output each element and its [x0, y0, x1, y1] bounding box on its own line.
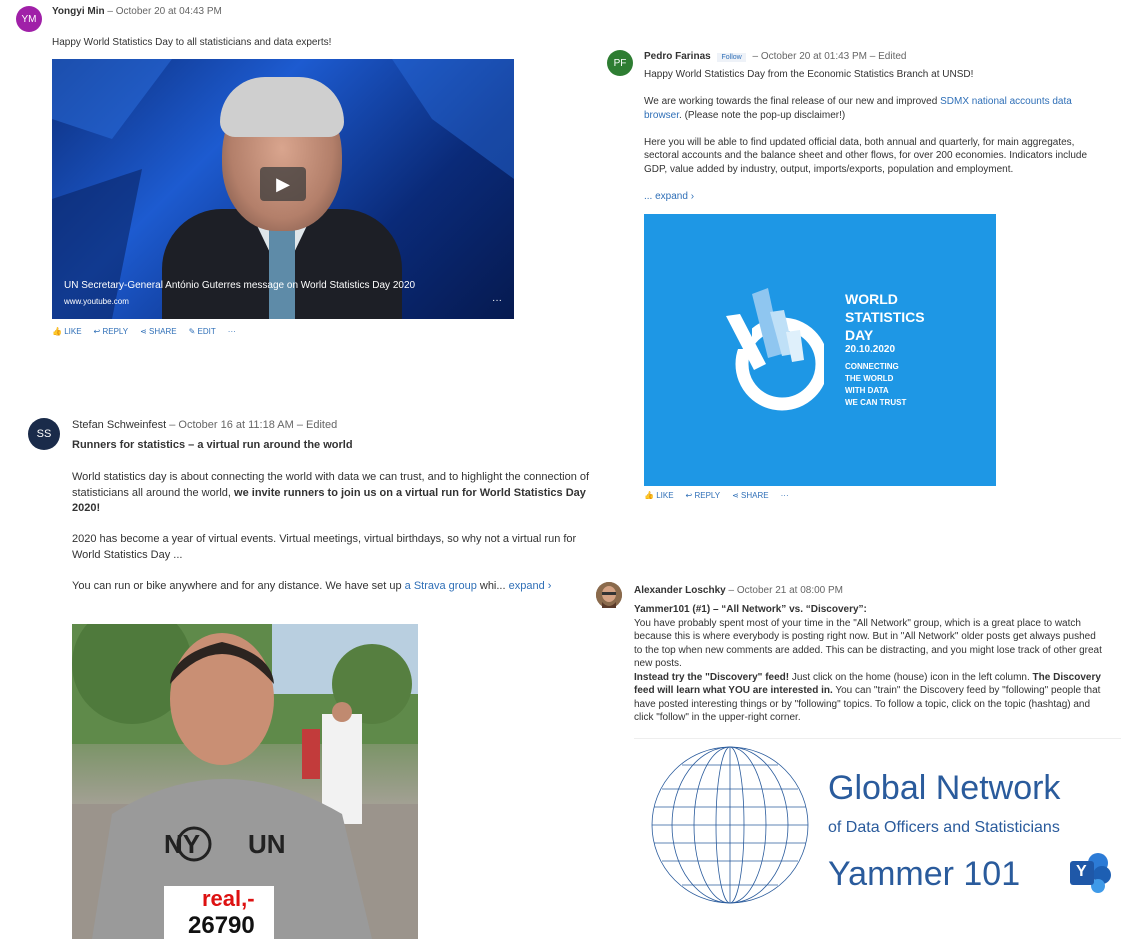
post-paragraph: We are working towards the final release…	[644, 95, 1094, 122]
post-paragraph: Here you will be able to find updated of…	[644, 136, 1088, 175]
text-span: whi...	[476, 580, 509, 593]
edit-label: EDIT	[197, 327, 216, 336]
post-title: Yammer101 (#1) – “All Network” vs. “Disc…	[634, 604, 867, 615]
avatar[interactable]: PF	[607, 50, 633, 76]
post-header: Pedro Farinas Follow – October 20 at 01:…	[644, 51, 906, 62]
follow-button[interactable]: Follow	[717, 53, 746, 62]
reply-button[interactable]: ↩ REPLY	[686, 491, 721, 499]
bold-text: Instead try the "Discovery" feed!	[634, 671, 790, 683]
globe-icon	[651, 746, 809, 904]
author-name[interactable]: Yongyi Min	[52, 6, 105, 17]
post-body: Happy World Statistics Day to all statis…	[52, 37, 332, 48]
expand-link[interactable]: ... expand ›	[644, 190, 1094, 204]
text-span: You can run or bike anywhere and for any…	[72, 580, 405, 593]
post-paragraph: Instead try the "Discovery" feed! Just c…	[634, 671, 1104, 725]
avatar-photo	[596, 582, 622, 608]
post-actions: 👍 LIKE ↩ REPLY ⋖ SHARE ···	[644, 491, 789, 499]
share-button[interactable]: ⋖ SHARE	[732, 491, 769, 499]
wsd-title-line: WORLD	[845, 291, 898, 307]
bib-number: 26790	[188, 912, 255, 939]
post-paragraph: World statistics day is about connecting…	[72, 470, 602, 517]
reply-button[interactable]: ↩ REPLY	[94, 327, 129, 336]
like-label: LIKE	[64, 327, 82, 336]
share-button[interactable]: ⋖ SHARE	[140, 327, 177, 336]
post-body: Yammer101 (#1) – “All Network” vs. “Disc…	[634, 603, 1104, 725]
text-span: Just click on the home (house) icon in t…	[789, 671, 1033, 683]
wsd-tagline-line: WE CAN TRUST	[845, 398, 907, 407]
play-icon[interactable]: ▶	[260, 167, 306, 201]
wsd-tagline-line: WITH DATA	[845, 386, 889, 395]
wsd-date: 20.10.2020	[845, 344, 896, 355]
author-name[interactable]: Pedro Farinas	[644, 51, 711, 62]
author-name[interactable]: Alexander Loschky	[634, 585, 726, 596]
wsd-title-line: STATISTICS	[845, 309, 925, 325]
share-label: SHARE	[149, 327, 177, 336]
share-label: SHARE	[741, 491, 769, 499]
wsd-tagline-line: CONNECTING	[845, 362, 899, 371]
like-button[interactable]: 👍 LIKE	[52, 327, 82, 336]
yammer-logo-icon: Y	[1070, 853, 1112, 893]
video-source: www.youtube.com	[64, 297, 129, 306]
post-paragraph: You can run or bike anywhere and for any…	[72, 579, 602, 595]
wsd-tagline: CONNECTING THE WORLD WITH DATA WE CAN TR…	[845, 361, 906, 409]
wsd-tagline-line: THE WORLD	[845, 374, 894, 383]
post-timestamp[interactable]: – October 21 at 08:00 PM	[729, 585, 844, 596]
post-title: Runners for statistics – a virtual run a…	[72, 439, 353, 451]
video-embed[interactable]: ▶ UN Secretary-General António Guterres …	[52, 59, 514, 319]
video-caption[interactable]: UN Secretary-General António Guterres me…	[64, 280, 415, 291]
author-name[interactable]: Stefan Schweinfest	[72, 419, 166, 431]
global-network-image[interactable]: Global Network of Data Officers and Stat…	[634, 738, 1121, 906]
post-timestamp[interactable]: – October 20 at 04:43 PM	[107, 6, 222, 17]
speaker-tie	[269, 229, 295, 319]
wsd-title: WORLD STATISTICS DAY	[845, 290, 925, 344]
more-options-button[interactable]: ···	[228, 327, 236, 336]
gn-subtitle: of Data Officers and Statisticians	[828, 819, 1060, 836]
post-header: Stefan Schweinfest – October 16 at 11:18…	[72, 419, 337, 431]
expand-link[interactable]: expand ›	[509, 580, 552, 592]
like-label: LIKE	[656, 491, 674, 499]
post-body: World statistics day is about connecting…	[72, 470, 602, 595]
world-statistics-day-image[interactable]: WORLD STATISTICS DAY 20.10.2020 CONNECTI…	[644, 214, 996, 486]
post-line: Happy World Statistics Day from the Econ…	[644, 69, 974, 80]
post-paragraph: 2020 has become a year of virtual events…	[72, 533, 577, 546]
gn-title: Global Network	[828, 769, 1061, 807]
reply-label: REPLY	[102, 327, 129, 336]
strava-group-link[interactable]: a Strava group	[405, 580, 477, 592]
post-paragraph: World Statistics Day ...	[72, 548, 183, 561]
post-actions: 👍 LIKE ↩ REPLY ⋖ SHARE ✎ EDIT ···	[52, 327, 236, 336]
post-body: Happy World Statistics Day from the Econ…	[644, 68, 1094, 203]
post-paragraph: You have probably spent most of your tim…	[634, 617, 1102, 670]
speaker-hair	[220, 77, 344, 137]
more-options-button[interactable]: ···	[781, 491, 789, 499]
wsd-logo-graphic	[726, 288, 824, 411]
gn-yammer-title: Yammer 101	[828, 855, 1021, 893]
video-more-icon[interactable]: ···	[492, 295, 502, 306]
avatar[interactable]: SS	[28, 418, 60, 450]
wsd-title-line: DAY	[845, 327, 874, 343]
text-span: . (Please note the pop-up disclaimer!)	[679, 109, 846, 121]
edit-button[interactable]: ✎ EDIT	[189, 327, 216, 336]
post-timestamp[interactable]: – October 16 at 11:18 AM – Edited	[169, 419, 337, 431]
post-header: Yongyi Min – October 20 at 04:43 PM	[52, 6, 222, 17]
post-header: Alexander Loschky – October 21 at 08:00 …	[634, 585, 843, 596]
reply-label: REPLY	[694, 491, 721, 499]
shirt-text-right: UN	[248, 829, 286, 859]
text-span: We are working towards the final release…	[644, 96, 941, 107]
avatar[interactable]: YM	[16, 6, 42, 32]
yammer-logo-letter: Y	[1076, 863, 1087, 880]
post-timestamp[interactable]: – October 20 at 01:43 PM – Edited	[753, 51, 907, 62]
like-button[interactable]: 👍 LIKE	[644, 491, 674, 499]
avatar[interactable]	[596, 582, 622, 608]
bib-brand: real,-	[202, 886, 255, 911]
shirt-text-left: NY	[164, 829, 201, 859]
runner-photo[interactable]: NY UN real,- 26790	[72, 624, 418, 939]
